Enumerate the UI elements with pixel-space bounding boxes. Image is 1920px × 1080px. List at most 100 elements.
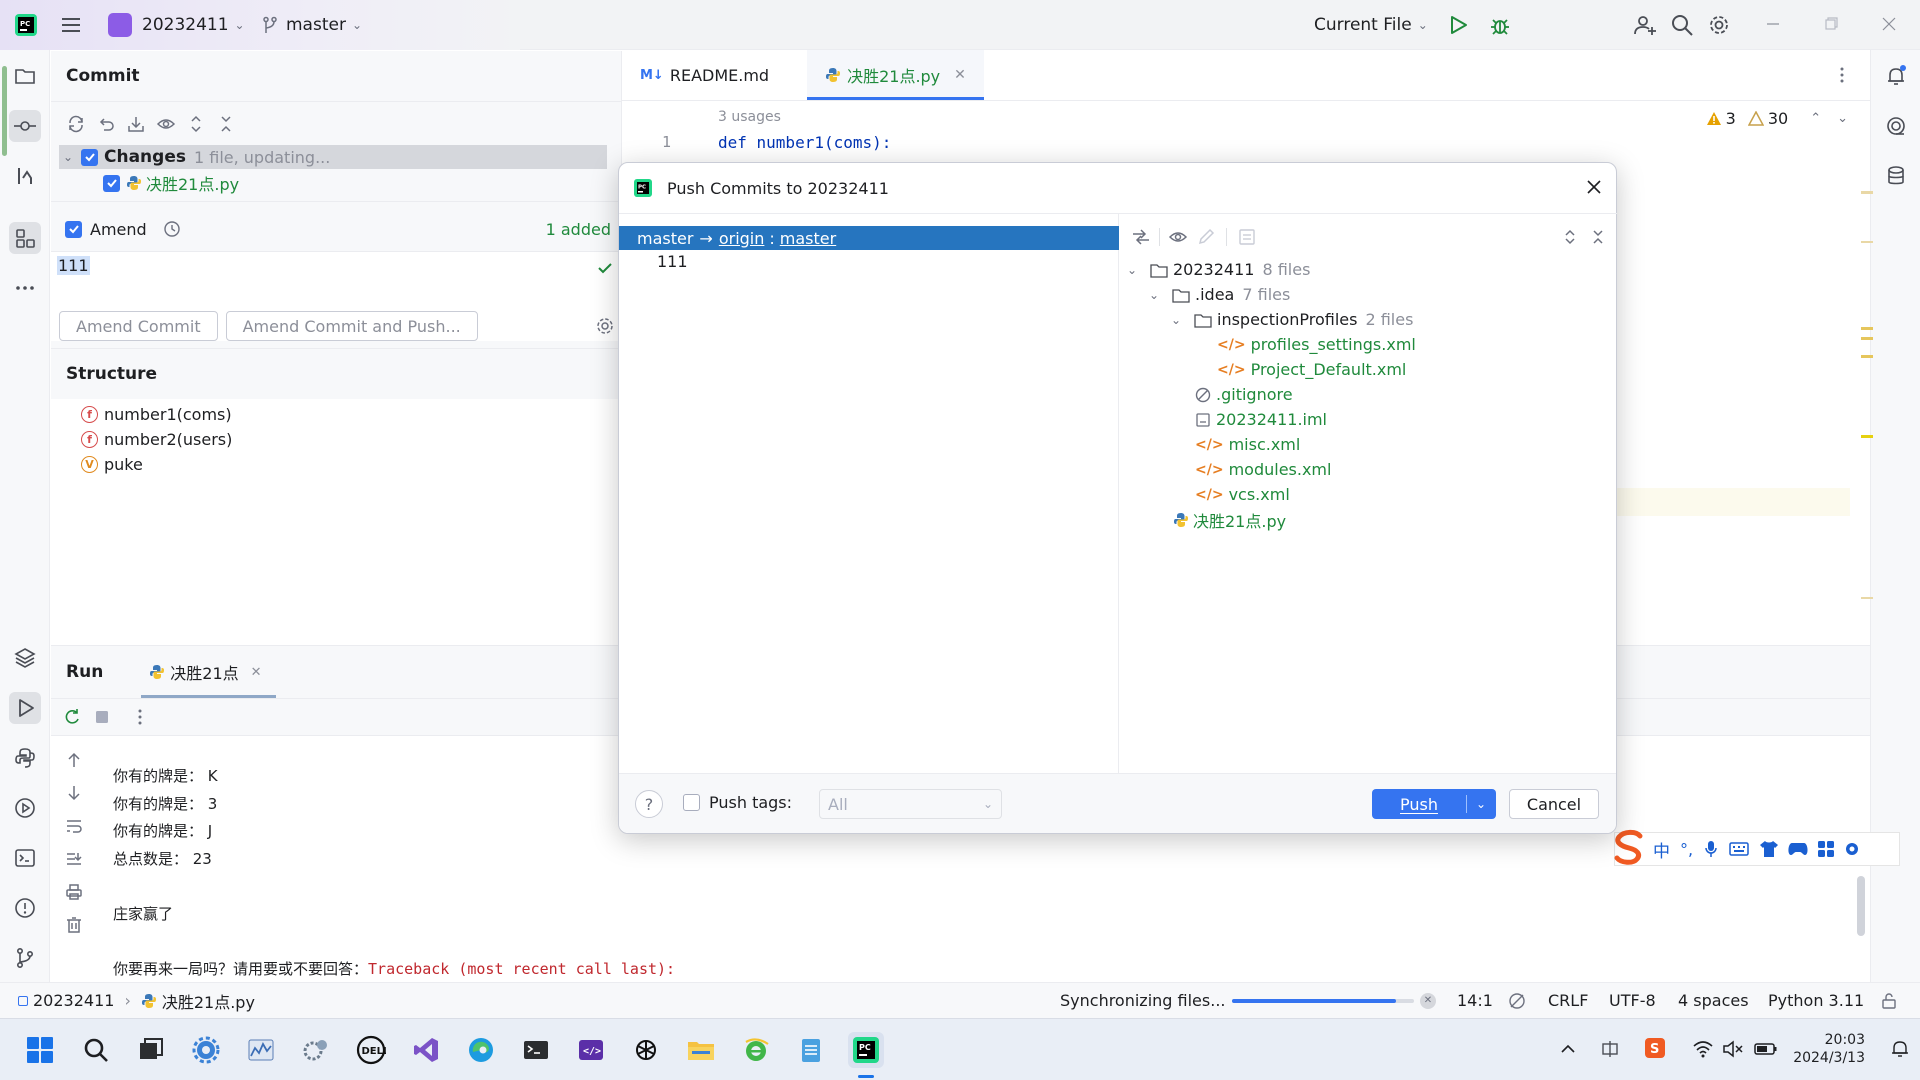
ime-toolbox-icon[interactable] bbox=[1817, 840, 1835, 858]
lock-icon[interactable] bbox=[1880, 992, 1898, 1010]
console-scrollbar[interactable] bbox=[1857, 876, 1865, 936]
rerun-icon[interactable] bbox=[57, 702, 87, 732]
tree-inspection-folder[interactable]: ⌄ inspectionProfiles 2 files bbox=[1171, 307, 1413, 332]
close-icon[interactable] bbox=[1584, 177, 1604, 197]
search-icon[interactable] bbox=[1670, 13, 1694, 37]
push-tags-checkbox[interactable] bbox=[683, 794, 700, 811]
ime-settings-icon[interactable] bbox=[1843, 840, 1861, 858]
services-icon[interactable] bbox=[9, 792, 41, 824]
refresh-icon[interactable] bbox=[61, 109, 91, 139]
expand-all-icon[interactable] bbox=[1561, 228, 1579, 246]
code-line[interactable]: def number1(coms): bbox=[718, 133, 891, 152]
commit-tool-icon[interactable] bbox=[9, 110, 41, 142]
structure-item[interactable]: V puke bbox=[81, 452, 143, 476]
chevron-up-icon[interactable]: ⌃ bbox=[1810, 111, 1821, 126]
database-icon[interactable] bbox=[1880, 160, 1912, 192]
control-panel-icon[interactable] bbox=[298, 1032, 334, 1068]
ie-browser-icon[interactable] bbox=[738, 1032, 774, 1068]
expand-all-icon[interactable] bbox=[181, 109, 211, 139]
tree-file-item[interactable]: 决胜21点.py bbox=[1173, 507, 1286, 532]
indent-setting[interactable]: 4 spaces bbox=[1678, 991, 1749, 1010]
ai-assistant-icon[interactable] bbox=[1880, 110, 1912, 142]
add-user-icon[interactable] bbox=[1633, 13, 1657, 37]
close-tab-icon[interactable]: ✕ bbox=[954, 67, 966, 83]
ime-skin-shirt-icon[interactable] bbox=[1759, 840, 1779, 858]
run-tool-icon[interactable] bbox=[9, 692, 41, 724]
error-stripe[interactable] bbox=[1859, 131, 1873, 611]
problems-icon[interactable] bbox=[9, 892, 41, 924]
push-button[interactable]: Push bbox=[1372, 795, 1466, 814]
close-window-icon[interactable] bbox=[1878, 13, 1900, 35]
show-diff-eye-icon[interactable] bbox=[151, 109, 181, 139]
dev-home-icon[interactable]: </> bbox=[573, 1032, 609, 1068]
file-checkbox[interactable] bbox=[103, 174, 120, 192]
taskbar-search-icon[interactable] bbox=[78, 1032, 114, 1068]
no-highlight-icon[interactable] bbox=[1508, 992, 1526, 1010]
caret-position[interactable]: 14:1 bbox=[1457, 991, 1493, 1010]
layers-icon[interactable] bbox=[9, 642, 41, 674]
notepad-icon[interactable] bbox=[793, 1032, 829, 1068]
version-control-icon[interactable] bbox=[9, 942, 41, 974]
terminal-icon[interactable] bbox=[9, 842, 41, 874]
minimize-window-icon[interactable] bbox=[1762, 13, 1784, 35]
settings-gear-icon[interactable] bbox=[1707, 13, 1731, 37]
chatgpt-app-icon[interactable] bbox=[628, 1032, 664, 1068]
rollback-icon[interactable] bbox=[91, 109, 121, 139]
breadcrumb-file[interactable]: 决胜21点.py bbox=[162, 989, 255, 1013]
project-folder-icon[interactable] bbox=[9, 60, 41, 92]
push-tags-select[interactable]: All ⌄ bbox=[819, 789, 1002, 819]
help-icon[interactable]: ? bbox=[635, 790, 663, 818]
show-hidden-icons-chevron-icon[interactable] bbox=[1558, 1039, 1578, 1059]
amend-commit-push-button[interactable]: Amend Commit and Push... bbox=[225, 311, 478, 341]
usages-hint[interactable]: 3 usages bbox=[718, 109, 781, 125]
visual-studio-icon[interactable] bbox=[408, 1032, 444, 1068]
terminal-app-icon[interactable] bbox=[518, 1032, 554, 1068]
commit-message-text[interactable]: 111 bbox=[57, 256, 90, 275]
ime-keyboard-icon[interactable] bbox=[1729, 841, 1749, 857]
tree-idea-folder[interactable]: ⌄ .idea 7 files bbox=[1149, 282, 1290, 307]
structure-item[interactable]: f number2(users) bbox=[81, 427, 232, 451]
dell-app-icon[interactable]: DELL bbox=[353, 1032, 389, 1068]
arrow-down-icon[interactable] bbox=[59, 778, 89, 808]
tree-file-item[interactable]: </> Project_Default.xml bbox=[1217, 357, 1406, 382]
shelve-icon[interactable] bbox=[121, 109, 151, 139]
branch-selector[interactable]: master ⌄ bbox=[262, 12, 362, 38]
diff-arrows-icon[interactable] bbox=[1127, 227, 1155, 247]
pycharm-app-icon[interactable]: PC bbox=[848, 1032, 884, 1068]
notifications-bell-icon[interactable] bbox=[1880, 60, 1912, 92]
soft-wrap-icon[interactable] bbox=[59, 811, 89, 841]
restore-window-icon[interactable] bbox=[1820, 13, 1842, 35]
amend-label[interactable]: Amend bbox=[90, 220, 147, 239]
line-separator[interactable]: CRLF bbox=[1548, 991, 1588, 1010]
tree-file-item[interactable]: </> profiles_settings.xml bbox=[1217, 332, 1416, 357]
pull-requests-icon[interactable] bbox=[9, 160, 41, 192]
breadcrumb-project[interactable]: 20232411 bbox=[33, 991, 114, 1010]
project-selector[interactable]: 20232411 ⌄ bbox=[108, 12, 245, 38]
print-icon[interactable] bbox=[59, 877, 89, 907]
close-tab-icon[interactable]: ✕ bbox=[251, 665, 262, 680]
commit-options-gear-icon[interactable] bbox=[594, 315, 616, 337]
edge-browser-icon[interactable] bbox=[463, 1032, 499, 1068]
more-vertical-icon[interactable] bbox=[125, 702, 155, 732]
changes-checkbox[interactable] bbox=[81, 148, 98, 166]
file-encoding[interactable]: UTF-8 bbox=[1609, 991, 1656, 1010]
trash-icon[interactable] bbox=[59, 910, 89, 940]
tree-file-item[interactable]: 20232411.iml bbox=[1195, 407, 1327, 432]
scroll-to-end-icon[interactable] bbox=[59, 844, 89, 874]
group-by-icon[interactable] bbox=[1233, 228, 1261, 246]
tab-readme[interactable]: M↓ README.md bbox=[622, 50, 787, 100]
tree-file-item[interactable]: </> vcs.xml bbox=[1195, 482, 1290, 507]
python-packages-icon[interactable] bbox=[9, 742, 41, 774]
chevron-down-icon[interactable]: ⌄ bbox=[1837, 111, 1848, 126]
sogou-logo-icon[interactable] bbox=[1609, 828, 1649, 866]
amend-checkbox[interactable] bbox=[65, 220, 82, 238]
commit-list-item[interactable]: 111 bbox=[657, 252, 688, 271]
ime-game-icon[interactable] bbox=[1787, 841, 1809, 857]
file-explorer-icon[interactable] bbox=[683, 1032, 719, 1068]
changed-file-row[interactable]: 决胜21点.py bbox=[103, 171, 239, 195]
more-tools-icon[interactable] bbox=[9, 272, 41, 304]
amend-commit-button[interactable]: Amend Commit bbox=[59, 311, 218, 341]
notification-center-bell-icon[interactable] bbox=[1890, 1039, 1910, 1059]
tree-file-item[interactable]: </> misc.xml bbox=[1195, 432, 1300, 457]
arrow-up-icon[interactable] bbox=[59, 745, 89, 775]
